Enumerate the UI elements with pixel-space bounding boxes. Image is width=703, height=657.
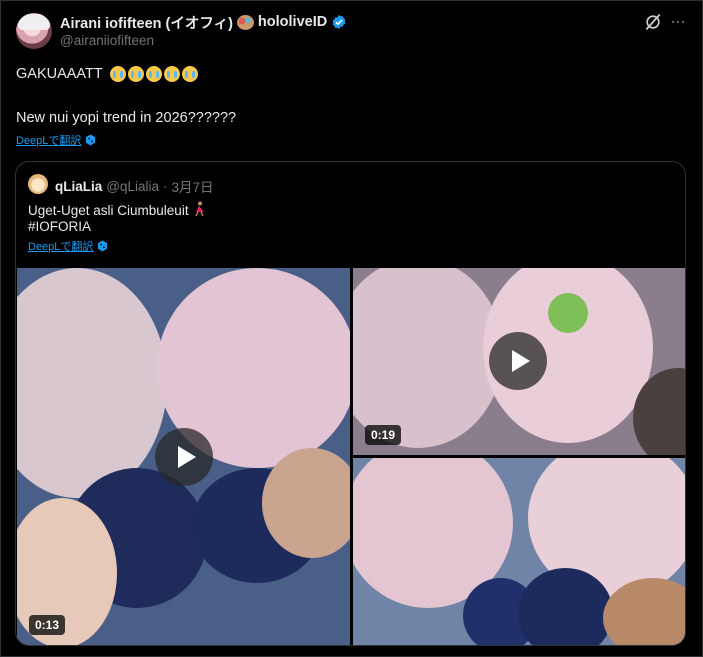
- translate-label[interactable]: DeepLで翻訳: [16, 132, 81, 148]
- loudly-crying-face-emoji: [163, 66, 180, 83]
- quoted-date[interactable]: 3月7日: [172, 176, 214, 196]
- video-thumbnail-2[interactable]: 0:19: [353, 268, 685, 455]
- loudly-crying-face-emoji: [145, 66, 162, 83]
- author-name-row: Airani iofifteen (イオフィ) hololiveID: [60, 12, 347, 32]
- play-button[interactable]: [155, 428, 213, 486]
- woman-dancing-emoji: [195, 201, 205, 217]
- video-duration: 0:19: [365, 425, 402, 445]
- video-thumbnail-3[interactable]: [353, 458, 685, 645]
- quoted-tweet[interactable]: qLiaLia @qLialia · 3月7日 Uget-Uget asli C…: [15, 161, 686, 646]
- tweet-text-line-1: GAKUAAATT: [16, 66, 198, 83]
- quoted-handle[interactable]: @qLialia: [106, 179, 159, 194]
- loudly-crying-face-emoji: [127, 66, 144, 83]
- emoji-row: [109, 66, 198, 83]
- quoted-translate-link[interactable]: DeepLで翻訳: [28, 238, 108, 254]
- display-name[interactable]: Airani iofifteen (イオフィ): [60, 12, 233, 33]
- quoted-text: Uget-Uget asli Ciumbuleuit: [28, 203, 189, 218]
- video-thumbnail-1[interactable]: 0:13: [17, 268, 350, 645]
- deepl-icon: [98, 240, 108, 252]
- quoted-hashtag[interactable]: #IOFORIA: [28, 219, 91, 234]
- deepl-icon: [86, 134, 96, 146]
- quoted-avatar[interactable]: [28, 174, 48, 194]
- grok-icon[interactable]: [643, 12, 663, 32]
- more-icon[interactable]: ···: [670, 12, 688, 32]
- quoted-header: qLiaLia @qLialia · 3月7日: [55, 176, 214, 196]
- video-duration: 0:13: [29, 615, 66, 635]
- verified-badge-icon: [332, 15, 346, 29]
- translate-link[interactable]: DeepLで翻訳: [16, 132, 96, 148]
- date-separator: ·: [163, 178, 168, 194]
- play-button[interactable]: [489, 332, 547, 390]
- avatar[interactable]: [16, 13, 52, 49]
- quoted-text-line-1: Uget-Uget asli Ciumbuleuit: [28, 201, 206, 218]
- tweet-text: GAKUAAATT: [16, 66, 103, 82]
- loudly-crying-face-emoji: [181, 66, 198, 83]
- tweet-text-line-2: New nui yopi trend in 2026??????: [16, 110, 237, 126]
- quoted-name[interactable]: qLiaLia: [55, 179, 102, 194]
- author-handle[interactable]: @airaniiofifteen: [60, 33, 154, 48]
- art-palette-emoji: [236, 14, 254, 30]
- translate-label[interactable]: DeepLで翻訳: [28, 238, 93, 254]
- loudly-crying-face-emoji: [109, 66, 126, 83]
- display-name-suffix[interactable]: hololiveID: [258, 14, 327, 30]
